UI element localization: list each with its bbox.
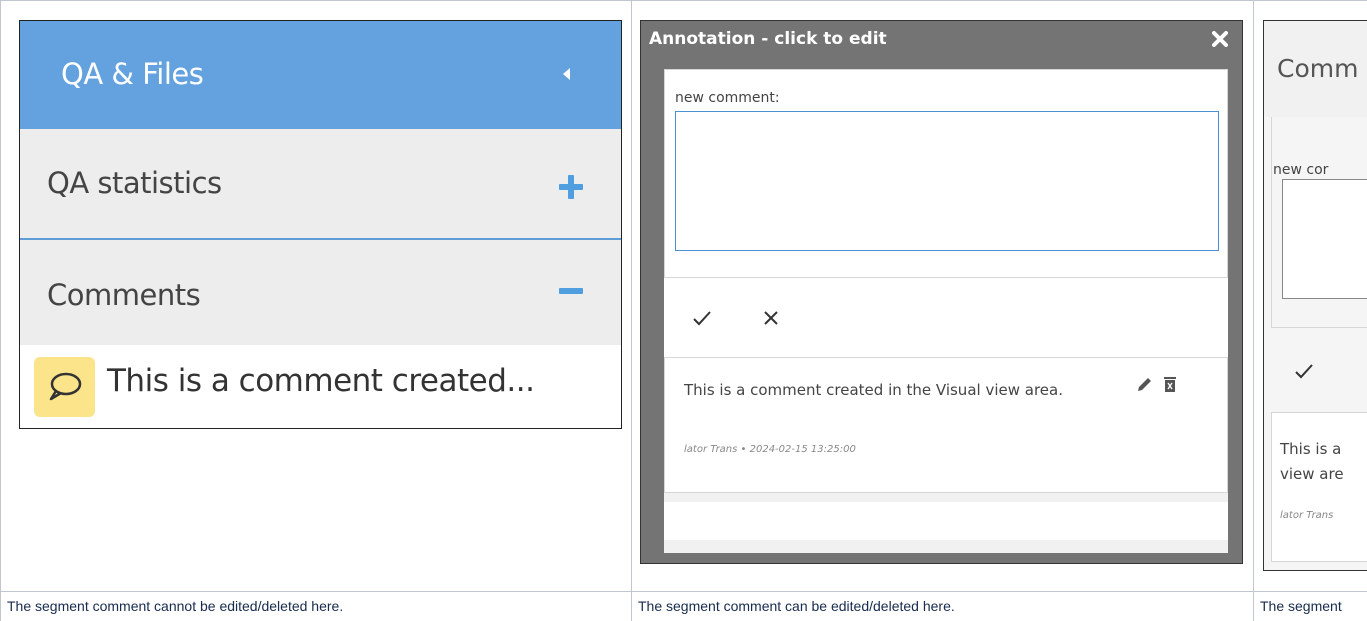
comment-text: This is a comment created in the Visual … <box>684 381 1063 399</box>
minus-icon[interactable] <box>559 288 583 294</box>
annotation-window: Annotation - click to edit new comment: … <box>640 20 1243 564</box>
new-comment-form: new comment: <box>664 69 1228 278</box>
plus-icon[interactable] <box>559 175 583 199</box>
check-icon[interactable] <box>692 308 712 328</box>
comment-preview-text: This is a comment created... <box>107 363 535 399</box>
comment-panel-header: Comm <box>1264 21 1367 117</box>
comment-panel-title: Comm <box>1277 54 1359 83</box>
caption-cell: The segment <box>1260 598 1342 614</box>
table-column-divider-2 <box>1253 0 1254 621</box>
sidebar-header-title: QA & Files <box>61 57 204 91</box>
annotation-footer <box>664 502 1228 540</box>
comment-panel: Comm new cor This is a view are lator Tr… <box>1263 20 1367 571</box>
comment-text-line: view are <box>1280 465 1344 483</box>
table-column-divider-1 <box>631 0 632 621</box>
sidebar-section-qa-statistics[interactable]: QA statistics <box>20 129 621 240</box>
caption-cell: The segment comment can be edited/delete… <box>638 598 955 614</box>
comment-meta: lator Trans <box>1280 510 1334 521</box>
pencil-icon[interactable] <box>1135 376 1153 394</box>
collapse-arrow-icon[interactable] <box>560 65 574 83</box>
comment-meta: lator Trans • 2024-02-15 13:25:00 <box>684 444 856 455</box>
new-comment-input[interactable] <box>1282 179 1367 299</box>
comment-list-item[interactable]: This is a comment created... <box>20 345 621 428</box>
trash-icon[interactable] <box>1163 376 1177 393</box>
form-actions <box>664 278 1228 357</box>
close-icon[interactable] <box>1212 31 1228 47</box>
window-title: Annotation - click to edit <box>649 29 887 49</box>
qa-files-sidebar: QA & Files QA statistics Comments This i… <box>19 20 622 429</box>
new-comment-label: new comment: <box>675 90 780 106</box>
documentation-table: QA & Files QA statistics Comments This i… <box>0 0 1367 621</box>
comment-entry: This is a view are lator Trans <box>1271 412 1367 562</box>
check-icon[interactable] <box>1294 361 1314 381</box>
close-icon[interactable] <box>761 308 781 328</box>
comment-text-line: This is a <box>1280 440 1342 458</box>
new-comment-input[interactable] <box>675 111 1219 251</box>
caption-cell: The segment comment cannot be edited/del… <box>7 598 344 614</box>
comment-entry: This is a comment created in the Visual … <box>664 357 1228 493</box>
sidebar-section-comments[interactable]: Comments <box>20 240 621 345</box>
table-border-top <box>0 0 1367 1</box>
section-label: Comments <box>47 278 201 312</box>
annotation-body: new comment: This is a comment created i… <box>664 69 1228 553</box>
table-border-left <box>0 0 1 621</box>
section-label: QA statistics <box>47 166 222 200</box>
sidebar-header[interactable]: QA & Files <box>20 21 621 129</box>
comment-text: This is a view are <box>1280 437 1367 487</box>
comment-bubble-icon <box>34 357 95 417</box>
